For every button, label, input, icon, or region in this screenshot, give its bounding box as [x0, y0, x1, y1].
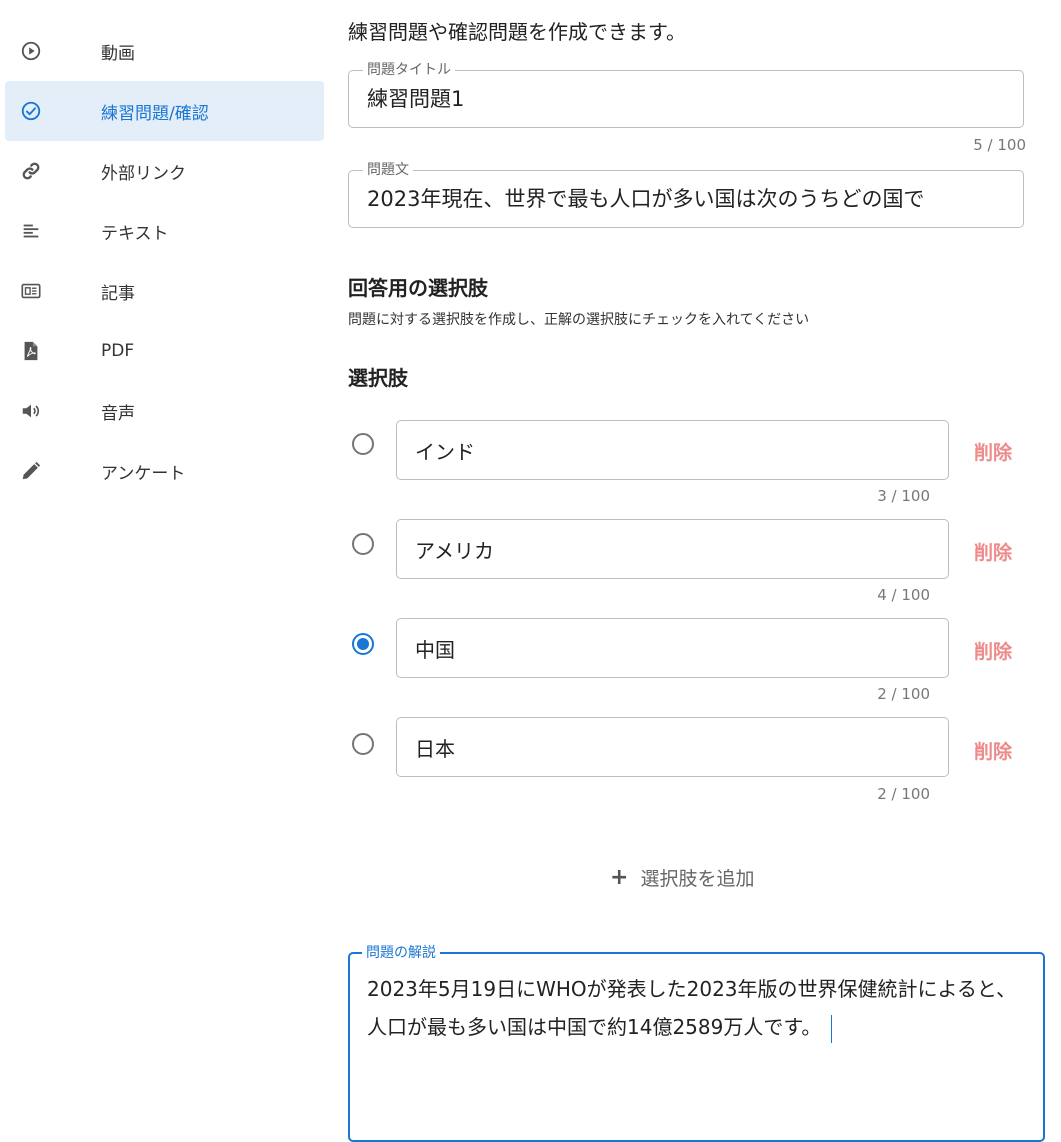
sidebar-item-label: アンケート	[101, 463, 186, 484]
plus-icon: +	[610, 865, 629, 890]
question-text-input[interactable]: 2023年現在、世界で最も人口が多い国は次のうちどの国で	[367, 185, 1011, 213]
sidebar-item-label: PDF	[101, 341, 135, 361]
pencil-icon	[19, 459, 43, 483]
question-title-input[interactable]: 練習問題1	[367, 85, 1011, 113]
option-input[interactable]: 日本	[396, 717, 949, 777]
option-char-counter: 4 / 100	[877, 586, 930, 604]
sidebar-item-label: テキスト	[101, 223, 169, 244]
answers-section-title: 回答用の選択肢	[348, 276, 488, 300]
option-radio[interactable]	[352, 733, 374, 755]
option-char-counter: 2 / 100	[877, 785, 930, 803]
pdf-icon	[19, 339, 43, 363]
option-input[interactable]: アメリカ	[396, 519, 949, 579]
check-circle-icon	[19, 99, 43, 123]
question-text-field[interactable]: 問題文 2023年現在、世界で最も人口が多い国は次のうちどの国で	[348, 160, 1024, 228]
option-delete-button[interactable]: 削除	[974, 737, 1012, 764]
article-icon	[19, 279, 43, 303]
sidebar-item-article[interactable]: 記事	[5, 261, 324, 321]
option-radio[interactable]	[352, 633, 374, 655]
explanation-field[interactable]: 問題の解説 2023年5月19日にWHOが発表した2023年版の世界保健統計によ…	[348, 943, 1045, 1142]
option-char-counter: 2 / 100	[877, 685, 930, 703]
sidebar-item-label: 練習問題/確認	[101, 103, 209, 124]
answers-section-subtitle: 問題に対する選択肢を作成し、正解の選択肢にチェックを入れてください	[348, 312, 810, 328]
sidebar-item-video[interactable]: 動画	[5, 21, 324, 81]
option-input[interactable]: 中国	[396, 618, 949, 678]
option-value: 日本	[415, 737, 455, 761]
page-intro: 練習問題や確認問題を作成できます。	[348, 20, 686, 44]
text-lines-icon	[19, 219, 43, 243]
field-label: 問題の解説	[362, 943, 440, 963]
sidebar-item-label: 記事	[101, 283, 135, 304]
speaker-icon	[19, 399, 43, 423]
link-icon	[19, 159, 43, 183]
sidebar: 動画 練習問題/確認 外部リンク テキスト 記事 PDF 音声 アンケート	[5, 21, 324, 501]
add-option-label: 選択肢を追加	[640, 868, 755, 890]
field-label: 問題タイトル	[363, 60, 455, 80]
option-value: 中国	[415, 638, 455, 662]
option-char-counter: 3 / 100	[877, 487, 930, 505]
sidebar-item-audio[interactable]: 音声	[5, 381, 324, 441]
field-label: 問題文	[363, 160, 413, 180]
sidebar-item-external-link[interactable]: 外部リンク	[5, 141, 324, 201]
option-delete-button[interactable]: 削除	[974, 637, 1012, 664]
sidebar-item-label: 音声	[101, 403, 135, 424]
add-option-button[interactable]: + 選択肢を追加	[610, 864, 754, 891]
sidebar-item-label: 外部リンク	[101, 163, 186, 184]
sidebar-item-exercise[interactable]: 練習問題/確認	[5, 81, 324, 141]
sidebar-item-text[interactable]: テキスト	[5, 201, 324, 261]
explanation-value: 2023年5月19日にWHOが発表した2023年版の世界保健統計によると、人口が…	[367, 977, 1017, 1039]
sidebar-item-label: 動画	[101, 43, 135, 64]
option-delete-button[interactable]: 削除	[974, 438, 1012, 465]
play-circle-icon	[19, 39, 43, 63]
title-char-counter: 5 / 100	[973, 136, 1026, 154]
text-caret	[831, 1014, 833, 1043]
explanation-textarea[interactable]: 2023年5月19日にWHOが発表した2023年版の世界保健統計によると、人口が…	[367, 970, 1032, 1046]
sidebar-item-survey[interactable]: アンケート	[5, 441, 324, 501]
option-radio[interactable]	[352, 533, 374, 555]
question-title-field[interactable]: 問題タイトル 練習問題1	[348, 60, 1024, 128]
option-radio[interactable]	[352, 433, 374, 455]
sidebar-item-pdf[interactable]: PDF	[5, 321, 324, 381]
options-title: 選択肢	[348, 366, 408, 390]
option-delete-button[interactable]: 削除	[974, 538, 1012, 565]
option-value: アメリカ	[415, 539, 494, 563]
option-value: インド	[415, 440, 475, 464]
option-input[interactable]: インド	[396, 420, 949, 480]
